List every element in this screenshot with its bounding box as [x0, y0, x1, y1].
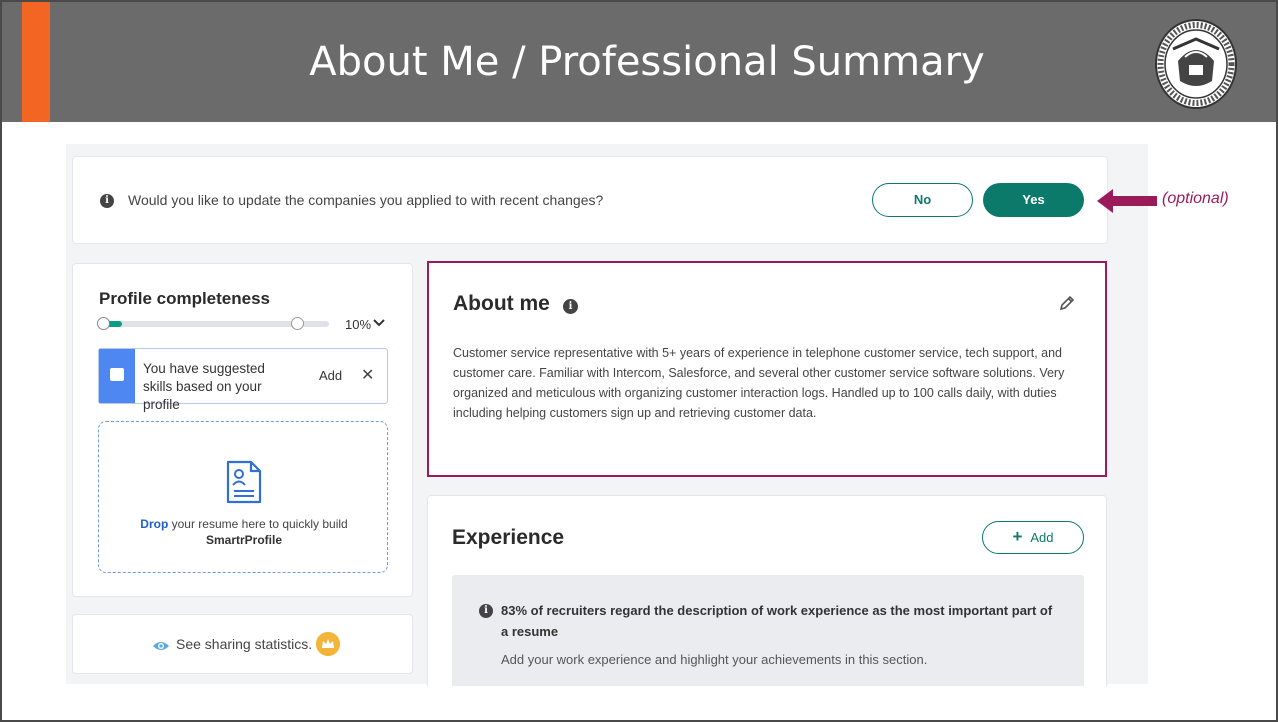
experience-tip-heading: 83% of recruiters regard the description… — [501, 603, 1053, 639]
suggested-skills-notice: You have suggested skills based on your … — [98, 348, 388, 412]
screenshot-bottom-edge — [66, 686, 1148, 720]
drop-bold-text: Drop — [140, 517, 169, 531]
banner-question: Would you like to update the companies y… — [128, 192, 604, 208]
experience-card: Experience + Add i 83% of recruiters rega… — [427, 495, 1107, 691]
experience-tip-subtext: Add your work experience and highlight y… — [501, 652, 928, 667]
eye-icon — [153, 642, 169, 650]
add-experience-button[interactable]: + Add — [982, 521, 1084, 554]
add-skills-button[interactable]: Add — [319, 368, 342, 383]
info-icon: i — [479, 604, 493, 618]
city-seal-logo — [1155, 19, 1237, 109]
update-companies-banner: i Would you like to update the companies… — [72, 156, 1108, 244]
resume-dropzone[interactable]: Drop your resume here to quickly build S… — [98, 421, 388, 573]
info-icon: i — [100, 194, 114, 208]
no-button[interactable]: No — [872, 183, 973, 217]
about-me-text: Customer service representative with 5+ … — [453, 346, 1065, 420]
plus-icon: + — [1012, 527, 1023, 546]
add-experience-label: Add — [1030, 530, 1054, 545]
progress-end-marker — [291, 317, 304, 330]
slide: About Me / Professional Summary i Would … — [0, 0, 1278, 722]
arrow-left-icon — [1097, 189, 1157, 213]
document-person-icon — [226, 460, 262, 504]
optional-annotation: (optional) — [1162, 190, 1229, 207]
smartrprofile-label: SmartrProfile — [205, 533, 283, 547]
sharing-statistics-card[interactable]: See sharing statistics. — [72, 614, 413, 674]
close-icon[interactable]: ✕ — [361, 365, 374, 385]
progress-start-marker — [97, 317, 110, 330]
info-icon[interactable]: i — [563, 299, 578, 314]
profile-completeness-card: Profile completeness 10% You have sugges… — [72, 263, 413, 597]
drop-instruction-text: your resume here to quickly build — [168, 517, 348, 531]
about-me-title: About me — [453, 292, 550, 315]
dropzone-text: Drop your resume here to quickly build S… — [99, 516, 389, 548]
experience-title: Experience — [452, 526, 565, 549]
about-me-card: About me i Customer service representati… — [427, 261, 1107, 477]
crown-icon — [316, 632, 340, 656]
profile-completeness-title: Profile completeness — [99, 289, 271, 308]
chevron-down-icon[interactable] — [373, 319, 385, 327]
suggested-skills-text: You have suggested skills based on your … — [143, 361, 265, 412]
slide-title: About Me / Professional Summary — [309, 39, 985, 85]
chat-icon — [110, 368, 124, 381]
progress-percent: 10% — [345, 317, 372, 332]
pencil-icon[interactable] — [1059, 295, 1075, 311]
experience-tip: i 83% of recruiters regard the descripti… — [452, 575, 1084, 691]
yes-button[interactable]: Yes — [983, 183, 1084, 217]
sharing-statistics-link[interactable]: See sharing statistics. — [176, 636, 312, 652]
chat-icon-container — [99, 349, 135, 403]
slide-header: About Me / Professional Summary — [2, 2, 1276, 122]
